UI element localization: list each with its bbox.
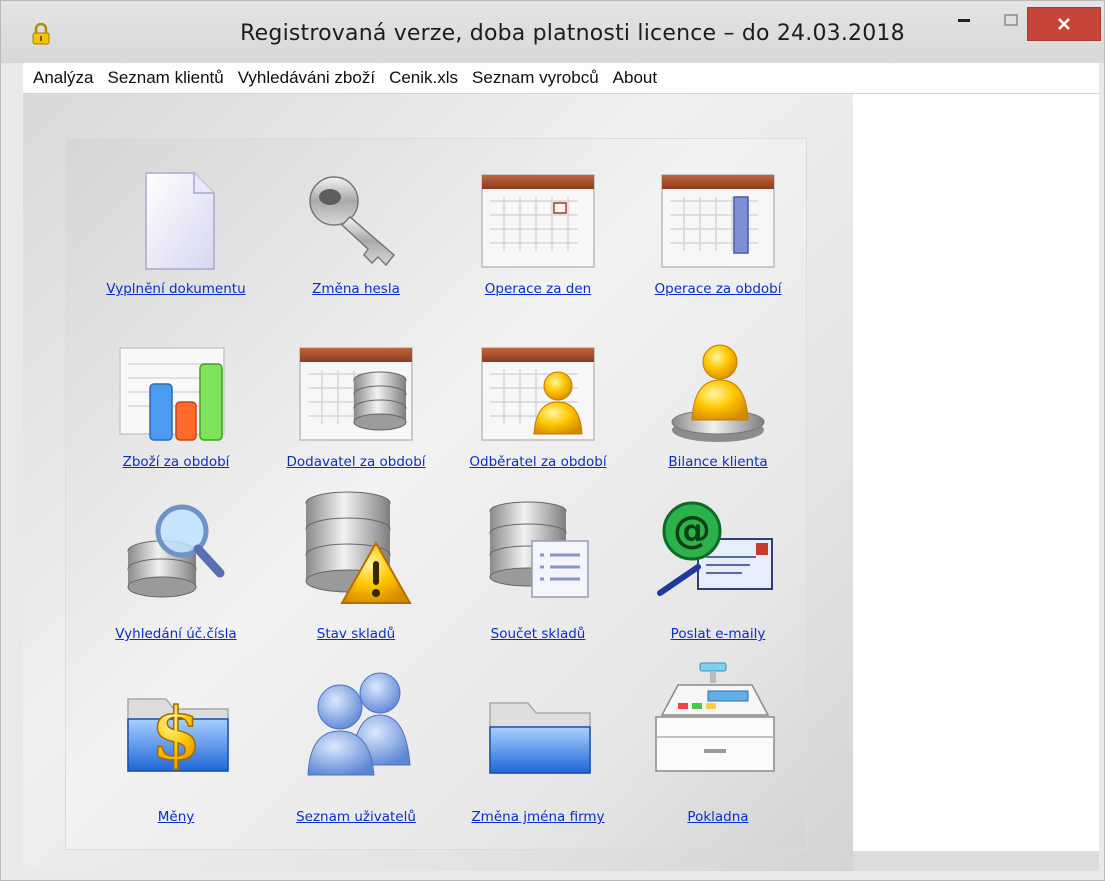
tile-dodavatel-za-obdobi[interactable]: Dodavatel za období <box>266 344 446 494</box>
tile-label[interactable]: Bilance klienta <box>608 454 828 470</box>
calendar-period-icon <box>661 174 775 268</box>
tile-bilance-klienta[interactable]: Bilance klienta <box>628 344 808 494</box>
tile-seznam-uzivatelu[interactable]: Seznam uživatelů <box>266 672 446 829</box>
launcher-panel: Vyplnění dokumentu Změna hesla Operace z… <box>23 94 853 871</box>
status-strip <box>853 851 1099 871</box>
calendar-user-icon <box>481 347 595 441</box>
tile-vyplneni-dokumentu[interactable]: Vyplnění dokumentu <box>86 171 266 321</box>
calendar-database-icon <box>299 347 413 441</box>
menu-seznam-vyrobcu[interactable]: Seznam vyrobců <box>465 63 606 93</box>
launcher-grid: Vyplnění dokumentu Změna hesla Operace z… <box>65 138 807 850</box>
tile-stav-skladu[interactable]: Stav skladů <box>266 491 446 651</box>
menu-vyhledavani-zbozi[interactable]: Vyhledáváni zboží <box>231 63 382 93</box>
application-window: Registrovaná verze, doba platnosti licen… <box>0 0 1105 881</box>
tile-label[interactable]: Poslat e-maily <box>608 626 828 642</box>
client-area: Vyplnění dokumentu Změna hesla Operace z… <box>23 94 1099 871</box>
tile-label[interactable]: Operace za období <box>608 281 828 297</box>
close-icon <box>1058 18 1070 30</box>
tile-label[interactable]: Pokladna <box>608 809 828 825</box>
cash-register-icon <box>655 662 775 772</box>
tile-zmena-jmena-firmy[interactable]: Změna jména firmy <box>448 679 628 829</box>
minimize-icon <box>958 19 970 22</box>
folder-icon <box>489 702 591 774</box>
key-icon <box>309 176 396 267</box>
title-bar[interactable]: Registrovaná verze, doba platnosti licen… <box>1 1 1104 63</box>
dollar-folder-icon: $ <box>127 690 229 777</box>
menu-cenik-xls[interactable]: Cenik.xls <box>382 63 465 93</box>
tile-poslat-e-maily[interactable]: @ Poslat e-maily <box>628 501 808 651</box>
calendar-day-icon <box>481 174 595 268</box>
database-list-icon <box>489 501 589 598</box>
window-title: Registrovaná verze, doba platnosti licen… <box>240 21 905 46</box>
email-icon: @ <box>657 501 773 596</box>
maximize-button[interactable] <box>991 1 1031 39</box>
menu-bar: Analýza Seznam klientů Vyhledáváni zboží… <box>23 63 1099 94</box>
menu-seznam-klientu[interactable]: Seznam klientů <box>100 63 230 93</box>
bar-chart-icon <box>119 347 225 441</box>
database-warning-icon <box>305 491 412 604</box>
database-search-icon <box>127 504 225 598</box>
menu-about[interactable]: About <box>606 63 664 93</box>
maximize-icon <box>1004 14 1018 26</box>
svg-text:$: $ <box>151 691 201 776</box>
tile-operace-za-obdobi[interactable]: Operace za období <box>628 171 808 321</box>
tile-operace-za-den[interactable]: Operace za den <box>448 171 628 321</box>
tile-soucet-skladu[interactable]: Součet skladů <box>448 501 628 651</box>
tile-odberatel-za-obdobi[interactable]: Odběratel za období <box>448 344 628 494</box>
close-button[interactable] <box>1027 7 1101 41</box>
document-icon <box>145 172 215 270</box>
tile-zbozi-za-obdobi[interactable]: Zboží za období <box>86 344 266 494</box>
tile-meny[interactable]: $ Měny <box>86 679 266 829</box>
user-pedestal-icon <box>671 344 765 442</box>
tile-zmena-hesla[interactable]: Změna hesla <box>266 171 446 321</box>
svg-text:@: @ <box>673 508 711 552</box>
menu-analyza[interactable]: Analýza <box>23 63 100 93</box>
minimize-button[interactable] <box>944 1 984 39</box>
tile-pokladna[interactable]: Pokladna <box>628 662 808 829</box>
tile-vyhledani-uc-cisla[interactable]: Vyhledání úč.čísla <box>86 501 266 651</box>
users-icon <box>307 672 411 776</box>
